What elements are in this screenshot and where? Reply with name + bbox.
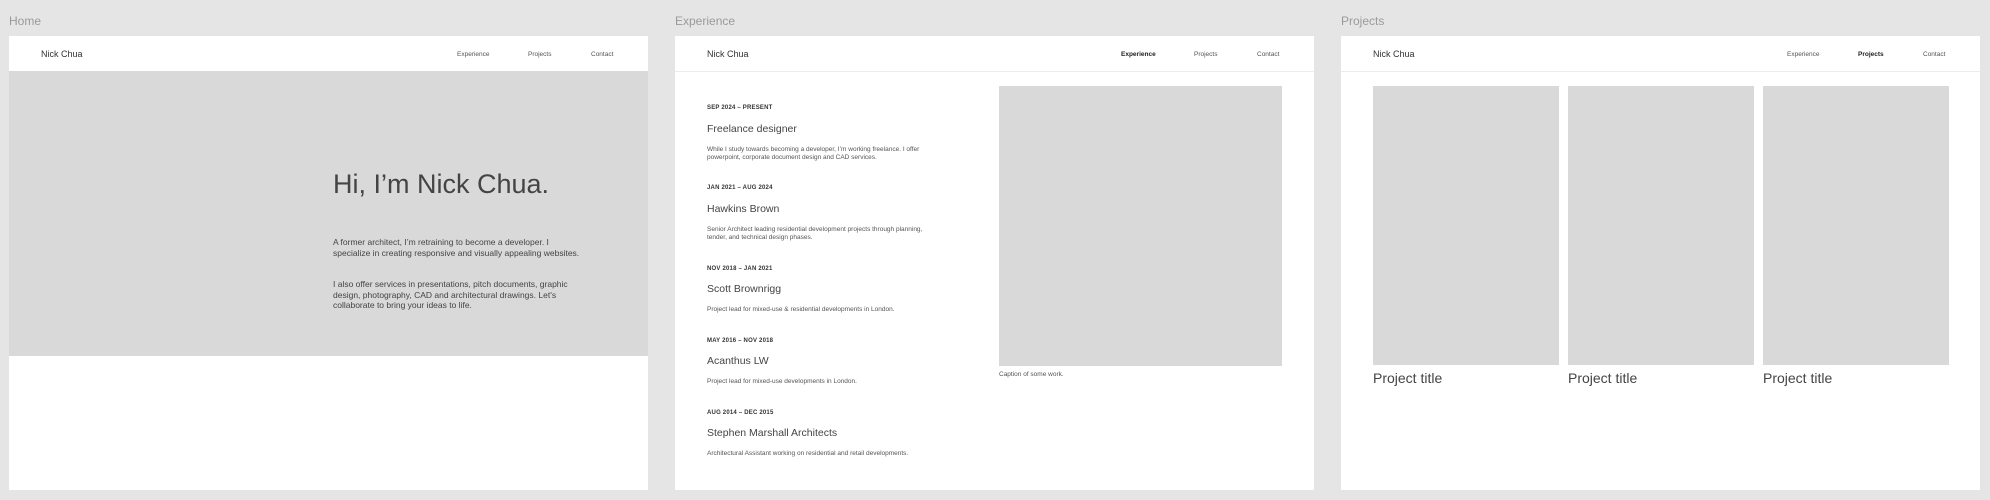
frame-label-projects: Projects bbox=[1341, 14, 1385, 28]
brand-logo[interactable]: Nick Chua bbox=[1373, 49, 1415, 59]
experience-title: Acanthus LW bbox=[707, 355, 769, 367]
nav-link-experience[interactable]: Experience bbox=[1121, 51, 1156, 58]
nav-link-projects[interactable]: Projects bbox=[528, 51, 551, 58]
nav-link-projects[interactable]: Projects bbox=[1858, 51, 1884, 58]
hero-paragraph-services: I also offer services in presentations, … bbox=[333, 279, 568, 310]
experience-title: Freelance designer bbox=[707, 123, 797, 135]
brand-logo[interactable]: Nick Chua bbox=[707, 49, 749, 59]
work-image-placeholder bbox=[999, 86, 1282, 366]
nav-link-contact[interactable]: Contact bbox=[591, 51, 613, 58]
hero-heading: Hi, I’m Nick Chua. bbox=[333, 169, 550, 199]
nav-bar: Nick Chua Experience Projects Contact bbox=[9, 36, 648, 71]
nav-link-projects[interactable]: Projects bbox=[1194, 51, 1217, 58]
experience-date: JAN 2021 – AUG 2024 bbox=[707, 185, 773, 191]
experience-description: Architectural Assistant working on resid… bbox=[707, 450, 909, 457]
experience-description: Project lead for mixed-use developments … bbox=[707, 378, 857, 385]
home-frame: Nick Chua Experience Projects Contact Hi… bbox=[9, 36, 648, 490]
hero-paragraph-intro: A former architect, I’m retraining to be… bbox=[333, 237, 580, 258]
project-card-image[interactable] bbox=[1373, 86, 1559, 365]
nav-link-contact[interactable]: Contact bbox=[1923, 51, 1945, 58]
projects-frame: Nick Chua Experience Projects Contact Pr… bbox=[1341, 36, 1980, 490]
image-caption: Caption of some work. bbox=[999, 371, 1064, 378]
brand-logo[interactable]: Nick Chua bbox=[41, 49, 83, 59]
project-card-title[interactable]: Project title bbox=[1763, 370, 1832, 386]
project-card-image[interactable] bbox=[1763, 86, 1949, 365]
experience-description: While I study towards becoming a develop… bbox=[707, 146, 920, 161]
experience-frame: Nick Chua Experience Projects Contact SE… bbox=[675, 36, 1314, 490]
experience-date: SEP 2024 – PRESENT bbox=[707, 105, 773, 111]
experience-title: Scott Brownrigg bbox=[707, 283, 782, 295]
experience-date: AUG 2014 – DEC 2015 bbox=[707, 410, 774, 416]
experience-description: Project lead for mixed-use & residential… bbox=[707, 306, 895, 313]
nav-link-experience[interactable]: Experience bbox=[457, 51, 490, 58]
frame-label-experience: Experience bbox=[675, 14, 736, 28]
experience-title: Hawkins Brown bbox=[707, 203, 780, 215]
experience-date: NOV 2018 – JAN 2021 bbox=[707, 266, 773, 272]
experience-description: Senior Architect leading residential dev… bbox=[707, 226, 923, 241]
hero-section: Hi, I’m Nick Chua. A former architect, I… bbox=[9, 71, 648, 356]
nav-link-contact[interactable]: Contact bbox=[1257, 51, 1279, 58]
project-card-title[interactable]: Project title bbox=[1373, 370, 1442, 386]
project-card-title[interactable]: Project title bbox=[1568, 370, 1637, 386]
nav-bar: Nick Chua Experience Projects Contact bbox=[1341, 36, 1980, 72]
frame-label-home: Home bbox=[9, 14, 42, 28]
project-card-image[interactable] bbox=[1568, 86, 1754, 365]
nav-link-experience[interactable]: Experience bbox=[1787, 51, 1820, 58]
experience-title: Stephen Marshall Architects bbox=[707, 427, 838, 439]
nav-bar: Nick Chua Experience Projects Contact bbox=[675, 36, 1314, 72]
experience-date: MAY 2016 – NOV 2018 bbox=[707, 338, 774, 344]
